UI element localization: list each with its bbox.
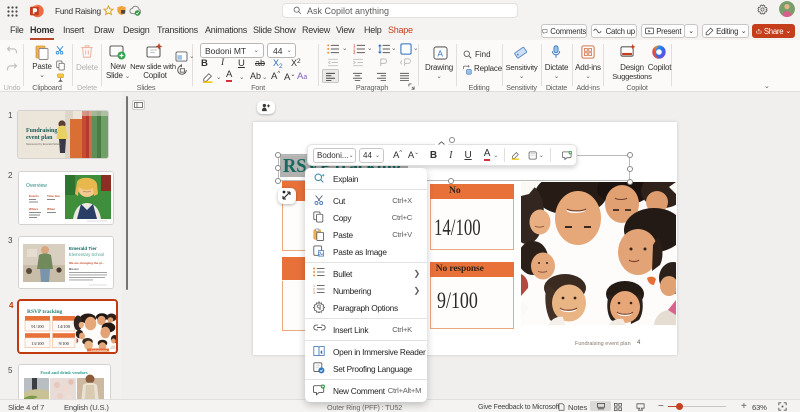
svg-text:Elementary School: Elementary School xyxy=(69,252,104,257)
svg-text:14/100: 14/100 xyxy=(57,324,70,329)
svg-text:Events: Events xyxy=(29,194,39,198)
svg-text:9/100: 9/100 xyxy=(59,341,70,346)
svg-text:We are changing the pl...: We are changing the pl... xyxy=(69,261,104,265)
svg-text:When: When xyxy=(47,207,55,211)
svg-text:Emerald Tier: Emerald Tier xyxy=(69,246,97,251)
svg-text:3: 3 xyxy=(313,291,315,294)
svg-text:Fundraising: Fundraising xyxy=(26,128,57,134)
svg-text:Time line: Time line xyxy=(47,194,60,198)
svg-text:event plan: event plan xyxy=(26,135,53,141)
svg-text:Fundraising event: Fundraising event xyxy=(91,349,107,352)
svg-text:Mission: Mission xyxy=(69,267,79,271)
svg-text:13/100: 13/100 xyxy=(31,341,44,346)
svg-text:Sponsored by Emerald School: Sponsored by Emerald School xyxy=(26,142,61,146)
svg-text:RSVP tracking: RSVP tracking xyxy=(27,309,63,315)
svg-text:Food and drink vendors: Food and drink vendors xyxy=(40,370,88,375)
svg-text:A: A xyxy=(437,48,443,58)
svg-text:91/100: 91/100 xyxy=(31,324,44,329)
svg-text:Overview: Overview xyxy=(26,183,47,189)
svg-text:Where: Where xyxy=(29,207,39,211)
svg-text:3: 3 xyxy=(353,50,356,54)
